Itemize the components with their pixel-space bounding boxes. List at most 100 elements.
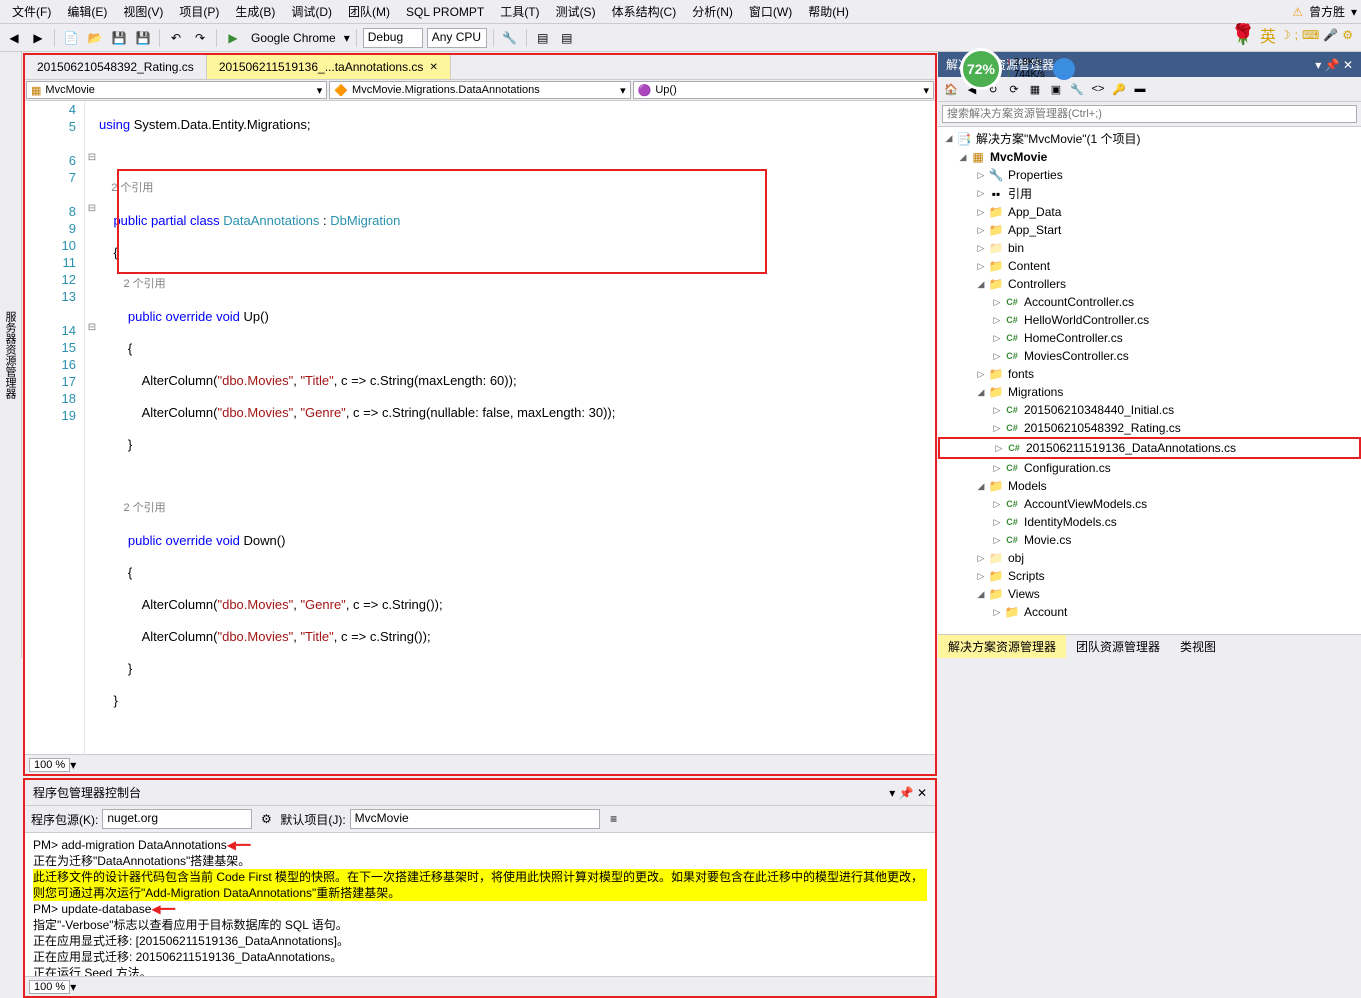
preview-icon[interactable]: <> [1089,80,1107,98]
expander-icon[interactable]: ▷ [974,188,988,199]
tab-dataannotations[interactable]: 201506211519136_...taAnnotations.cs ✕ [207,55,451,79]
tab-team-explorer[interactable]: 团队资源管理器 [1066,635,1170,658]
tree-node-models[interactable]: ◢📁Models [938,477,1361,495]
save-button[interactable]: 💾 [109,28,129,48]
tree-node-scripts[interactable]: ▷📁Scripts [938,567,1361,585]
close-icon[interactable]: ✕ [429,62,437,73]
default-project-select[interactable]: MvcMovie [350,809,600,829]
menu-analyze[interactable]: 分析(N) [684,1,741,22]
expander-icon[interactable]: ▷ [974,170,988,181]
tree-node-app-data[interactable]: ▷📁App_Data [938,203,1361,221]
chevron-down-icon[interactable]: ▾ [70,980,76,994]
open-button[interactable]: 📂 [85,28,105,48]
tree-node-accountviewmodels-cs[interactable]: ▷C#AccountViewModels.cs [938,495,1361,513]
menu-test[interactable]: 测试(S) [548,1,604,22]
browser-select[interactable]: Google Chrome [247,31,340,45]
view-icon[interactable]: 🔑 [1110,80,1128,98]
expander-icon[interactable]: ▷ [990,351,1004,362]
nav-class[interactable]: 🔶MvcMovie.Migrations.DataAnnotations▾ [329,81,630,99]
tree-node-properties[interactable]: ▷🔧Properties [938,166,1361,184]
chevron-down-icon[interactable]: ▾ [344,31,350,45]
tree-node-obj[interactable]: ▷📁obj [938,549,1361,567]
blue-badge[interactable] [1053,58,1075,80]
moon-icon[interactable]: ☽ [1280,28,1291,42]
tree-node-app-start[interactable]: ▷📁App_Start [938,221,1361,239]
menu-sqlprompt[interactable]: SQL PROMPT [398,3,492,21]
gear-icon[interactable]: ⚙ [1342,28,1353,42]
expander-icon[interactable]: ▷ [990,333,1004,344]
new-button[interactable]: 📄 [61,28,81,48]
expander-icon[interactable]: ▷ [974,207,988,218]
expander-icon[interactable]: ▷ [990,499,1004,510]
expander-icon[interactable]: ▷ [974,225,988,236]
tab-rating[interactable]: 201506210548392_Rating.cs [25,55,207,79]
tree-node-views[interactable]: ◢📁Views [938,585,1361,603]
tree-node-controllers[interactable]: ◢📁Controllers [938,275,1361,293]
expander-icon[interactable]: ▷ [990,423,1004,434]
keyboard-icon[interactable]: ⌨ [1302,28,1319,42]
menu-project[interactable]: 项目(P) [171,1,227,22]
tree-node-fonts[interactable]: ▷📁fonts [938,365,1361,383]
menu-team[interactable]: 团队(M) [340,1,398,22]
tree-node-accountcontroller-cs[interactable]: ▷C#AccountController.cs [938,293,1361,311]
close-icon[interactable]: ✕ [917,786,927,800]
forward-button[interactable]: ▶ [28,28,48,48]
undo-button[interactable]: ↶ [166,28,186,48]
pin-icon[interactable]: 📌 [899,786,914,800]
tree-node-configuration-cs[interactable]: ▷C#Configuration.cs [938,459,1361,477]
dropdown-icon[interactable]: ▾ [889,786,895,800]
expander-icon[interactable]: ◢ [974,481,988,492]
zoom-select[interactable]: 100 % [29,758,70,772]
redo-button[interactable]: ↷ [190,28,210,48]
nav-method[interactable]: 🟣Up()▾ [633,81,934,99]
tree-node-homecontroller-cs[interactable]: ▷C#HomeController.cs [938,329,1361,347]
tab-solution-explorer[interactable]: 解决方案资源管理器 [938,635,1066,658]
tree-node-201506211519136-dataannotations-cs[interactable]: ▷C#201506211519136_DataAnnotations.cs [938,437,1361,459]
console-output[interactable]: PM> add-migration DataAnnotations ◀━━正在为… [25,833,935,976]
tab-class-view[interactable]: 类视图 [1170,635,1226,658]
comment-button[interactable]: ▤ [533,28,553,48]
tree-node-movie-cs[interactable]: ▷C#Movie.cs [938,531,1361,549]
menu-file[interactable]: 文件(F) [4,1,59,22]
expander-icon[interactable]: ◢ [974,279,988,290]
toolbox-button[interactable]: 🔧 [500,28,520,48]
ime-text[interactable]: 英 [1260,23,1276,47]
gear-icon[interactable]: ⚙ [256,809,276,829]
saveall-button[interactable]: 💾 [133,28,153,48]
solution-search-input[interactable] [942,105,1357,123]
expander-icon[interactable]: ▷ [990,405,1004,416]
menu-arch[interactable]: 体系结构(C) [604,1,685,22]
menu-window[interactable]: 窗口(W) [741,1,800,22]
expander-icon[interactable]: ▷ [974,261,988,272]
expander-icon[interactable]: ▷ [990,315,1004,326]
solution-tree[interactable]: ◢ 📑 解决方案"MvcMovie"(1 个项目) ◢ ▦ MvcMovie ▷… [938,127,1361,634]
tree-node-migrations[interactable]: ◢📁Migrations [938,383,1361,401]
tree-node-201506210348440-initial-cs[interactable]: ▷C#201506210348440_Initial.cs [938,401,1361,419]
user-name[interactable]: 曾方胜 [1309,3,1345,20]
back-button[interactable]: ◀ [4,28,24,48]
zoom-select[interactable]: 100 % [29,980,70,994]
tree-node-content[interactable]: ▷📁Content [938,257,1361,275]
expander-icon[interactable]: ◢ [974,387,988,398]
expander-icon[interactable]: ▷ [990,297,1004,308]
dropdown-icon[interactable]: ▾ [1315,58,1321,72]
close-icon[interactable]: ✕ [1343,58,1353,72]
fold-column[interactable]: ⊟⊟⊟ [85,101,99,754]
clear-button[interactable]: ≡ [604,809,624,829]
menu-edit[interactable]: 编辑(E) [59,1,115,22]
expander-icon[interactable]: ▷ [992,443,1006,454]
pin-icon[interactable]: 📌 [1325,58,1340,72]
project-node[interactable]: ◢ ▦ MvcMovie [938,148,1361,166]
expander-icon[interactable]: ▷ [974,553,988,564]
expander-icon[interactable]: ▷ [974,243,988,254]
expander-icon[interactable]: ▷ [990,463,1004,474]
tree-node-account[interactable]: ▷📁Account [938,603,1361,621]
run-icon[interactable]: ▶ [223,28,243,48]
nav-project[interactable]: ▦MvcMovie▾ [26,81,327,99]
menu-build[interactable]: 生成(B) [227,1,283,22]
solution-root[interactable]: ◢ 📑 解决方案"MvcMovie"(1 个项目) [938,129,1361,148]
menu-debug[interactable]: 调试(D) [283,1,340,22]
home-icon[interactable]: 🏠 [942,80,960,98]
expander-icon[interactable]: ▷ [990,517,1004,528]
expander-icon[interactable]: ◢ [974,589,988,600]
